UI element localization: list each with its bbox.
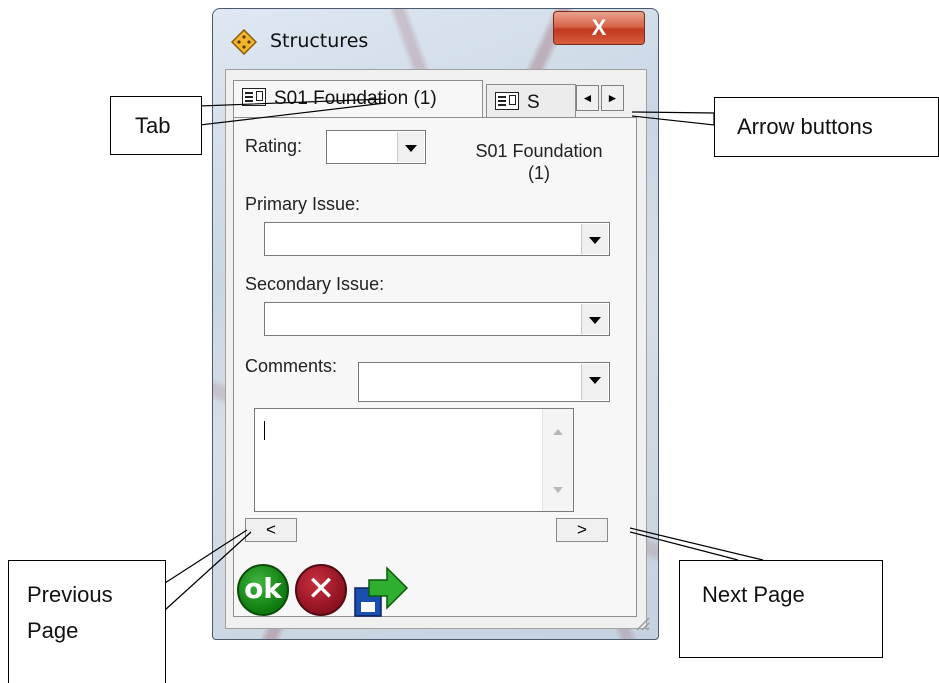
section-title: S01 Foundation (1) — [464, 140, 614, 184]
tab-label: S — [527, 92, 540, 113]
window-title: Structures — [270, 30, 369, 52]
ok-button[interactable]: ok — [237, 564, 289, 616]
callout-previous-page: Previous Page — [8, 560, 166, 683]
secondary-issue-select[interactable] — [264, 302, 610, 336]
next-page-button[interactable]: > — [556, 518, 608, 542]
comments-scrollbar[interactable] — [542, 409, 573, 511]
callout-next-page-text: Next Page — [702, 582, 805, 607]
text-caret — [264, 421, 265, 440]
previous-page-button[interactable]: < — [245, 518, 297, 542]
close-icon: X — [591, 15, 607, 40]
tab-scroll-right-button[interactable]: ► — [601, 85, 624, 111]
scroll-up-icon[interactable] — [553, 429, 563, 435]
cancel-button[interactable]: ✕ — [295, 564, 347, 616]
ok-icon: ok — [244, 572, 282, 605]
section-title-line2: (1) — [528, 163, 550, 183]
comments-select[interactable] — [358, 362, 610, 402]
primary-issue-label: Primary Issue: — [245, 194, 361, 214]
chevron-down-icon — [581, 304, 608, 334]
rating-select[interactable] — [326, 130, 426, 164]
callout-next-page: Next Page — [679, 560, 883, 658]
save-next-button[interactable] — [353, 566, 409, 620]
arrow-left-icon: ◄ — [581, 91, 594, 105]
form-icon — [242, 87, 266, 106]
comments-label: Comments: — [245, 356, 338, 376]
chevron-down-icon — [581, 224, 608, 254]
callout-tab: Tab — [110, 96, 202, 155]
callout-arrow-buttons-text: Arrow buttons — [737, 114, 873, 139]
primary-issue-select[interactable] — [264, 222, 610, 256]
chevron-down-icon — [397, 132, 424, 162]
resize-grip[interactable] — [634, 615, 650, 631]
form-icon — [495, 91, 519, 110]
dialog-body: S01 Foundation (1) S ◄ ► Rating: S01 Fou… — [225, 69, 647, 629]
structures-app-icon — [231, 29, 257, 55]
chevron-down-icon — [581, 364, 608, 400]
callout-tab-text: Tab — [135, 113, 171, 138]
next-page-label: > — [577, 520, 587, 539]
cancel-icon: ✕ — [306, 569, 336, 609]
arrow-right-icon: ► — [606, 91, 619, 105]
tab-second[interactable]: S — [486, 84, 576, 118]
callout-previous-page-line2: Page — [27, 618, 79, 643]
structures-dialog: Structures X S01 Foundation (1) S ◄ ► Ra… — [212, 8, 659, 640]
previous-page-label: < — [266, 520, 276, 539]
scroll-down-icon[interactable] — [553, 487, 563, 493]
comments-textarea[interactable] — [254, 408, 574, 512]
rating-label: Rating: — [245, 136, 303, 156]
section-title-line1: S01 Foundation — [475, 141, 603, 161]
callout-previous-page-line1: Previous — [27, 582, 113, 607]
close-button[interactable]: X — [553, 11, 645, 45]
tab-label: S01 Foundation (1) — [274, 88, 437, 109]
callout-arrow-buttons: Arrow buttons — [714, 97, 939, 157]
tab-panel: Rating: S01 Foundation (1) Primary Issue… — [233, 117, 637, 617]
tab-scroll-left-button[interactable]: ◄ — [576, 85, 599, 111]
secondary-issue-label: Secondary Issue: — [245, 274, 385, 294]
tab-s01-foundation[interactable]: S01 Foundation (1) — [233, 80, 483, 118]
